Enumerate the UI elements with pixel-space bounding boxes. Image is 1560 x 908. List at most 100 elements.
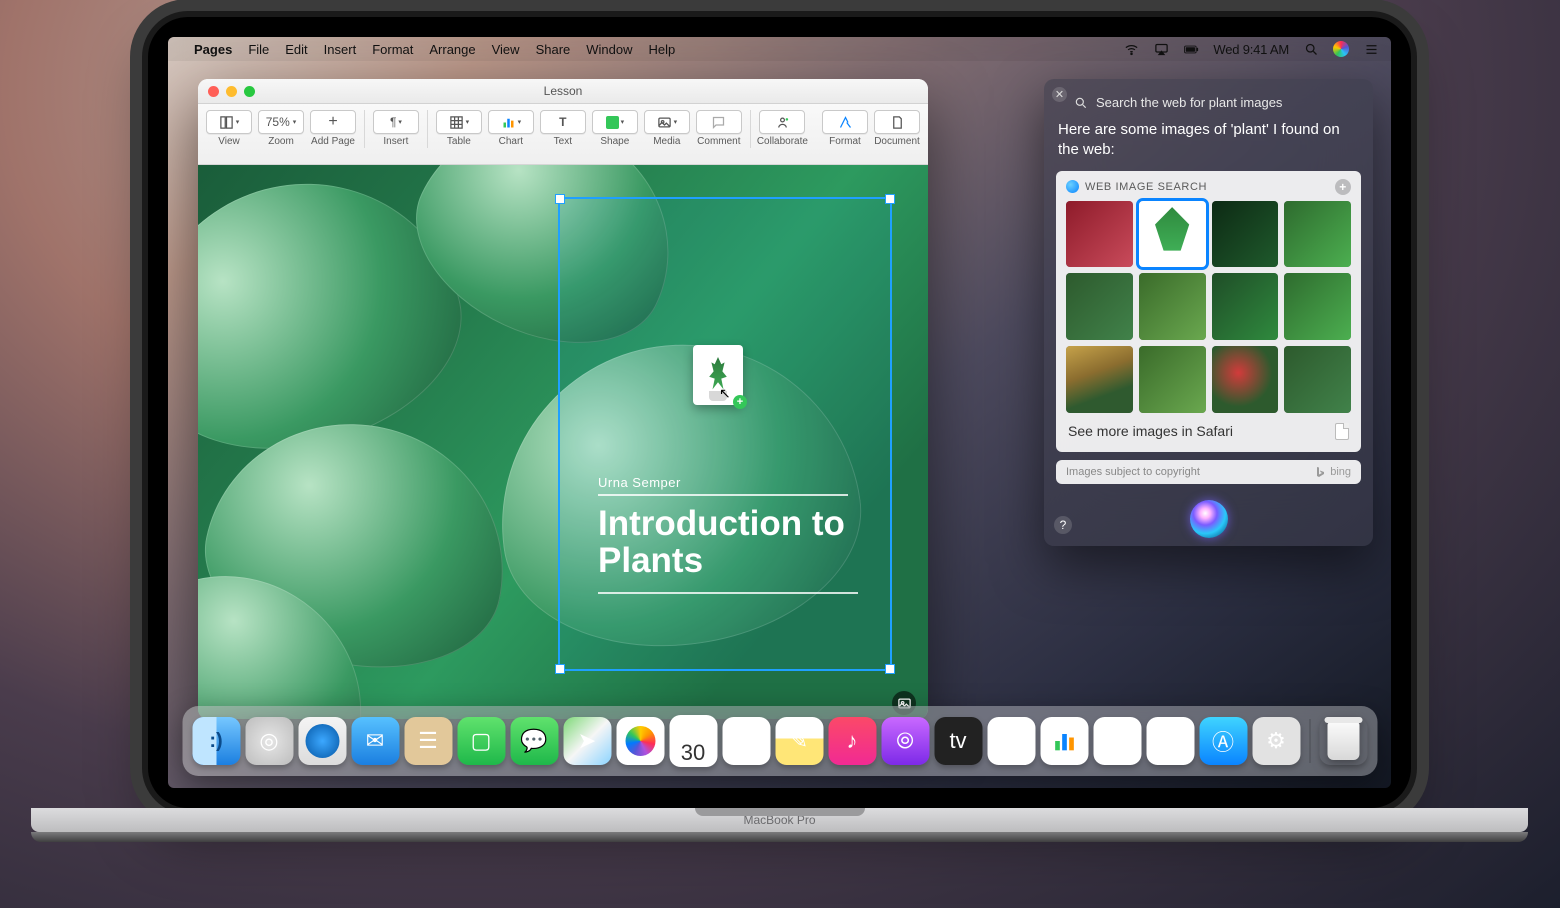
image-result[interactable] (1212, 201, 1279, 268)
menu-edit[interactable]: Edit (285, 42, 307, 57)
document-author[interactable]: Urna Semper (598, 475, 848, 496)
menu-help[interactable]: Help (649, 42, 676, 57)
dock-messages[interactable]: 💬 (510, 717, 558, 765)
spotlight-icon[interactable] (1303, 41, 1319, 57)
siri-menubar-icon[interactable] (1333, 41, 1349, 57)
menu-window[interactable]: Window (586, 42, 632, 57)
toolbar-separator (750, 110, 751, 148)
attribution-card: Images subject to copyright bing (1056, 460, 1361, 484)
image-selection[interactable] (558, 197, 892, 671)
menu-share[interactable]: Share (536, 42, 571, 57)
image-result[interactable] (1284, 273, 1351, 340)
copyright-text: Images subject to copyright (1066, 466, 1200, 478)
image-result[interactable] (1284, 346, 1351, 413)
image-result[interactable] (1139, 346, 1206, 413)
menu-format[interactable]: Format (372, 42, 413, 57)
dock-safari[interactable] (298, 717, 346, 765)
menubar-clock[interactable]: Wed 9:41 AM (1213, 42, 1289, 57)
siri-orb-icon[interactable] (1190, 500, 1228, 538)
toolbar-media[interactable]: ▾ Media (644, 110, 690, 147)
image-result-selected[interactable] (1139, 201, 1206, 268)
toolbar-shape[interactable]: ▾ Shape (592, 110, 638, 147)
menu-insert[interactable]: Insert (324, 42, 357, 57)
resize-handle[interactable] (555, 664, 565, 674)
drag-image-thumbnail[interactable]: ↖ + (693, 345, 743, 405)
menu-view[interactable]: View (492, 42, 520, 57)
desktop-photo-frame: Pages File Edit Insert Format Arrange Vi… (0, 0, 1560, 908)
dock-news[interactable]: N (987, 717, 1035, 765)
image-result[interactable] (1212, 273, 1279, 340)
image-result[interactable] (1066, 201, 1133, 268)
copy-plus-badge: + (733, 395, 747, 409)
card-title: WEB IMAGE SEARCH (1085, 181, 1207, 193)
image-result[interactable] (1284, 201, 1351, 268)
siri-help-button[interactable]: ? (1054, 516, 1072, 534)
dock-system-preferences[interactable]: ⚙︎ (1252, 717, 1300, 765)
window-titlebar[interactable]: Lesson (198, 79, 928, 104)
image-result[interactable] (1139, 273, 1206, 340)
dock-pages[interactable]: ✎ (1146, 717, 1194, 765)
toolbar-separator (427, 110, 428, 148)
toolbar-comment[interactable]: Comment (696, 110, 742, 147)
toolbar-table[interactable]: ▾ Table (436, 110, 482, 147)
dock-numbers[interactable] (1040, 717, 1088, 765)
battery-icon[interactable] (1183, 41, 1199, 57)
image-result[interactable] (1212, 346, 1279, 413)
pages-toolbar: ▾ View 75%▾ Zoom + Add Page (198, 104, 928, 165)
resize-handle[interactable] (555, 194, 565, 204)
toolbar-text[interactable]: T Text (540, 110, 586, 147)
dock-appstore[interactable]: Ⓐ (1199, 717, 1247, 765)
toolbar-separator (364, 110, 365, 148)
document-canvas[interactable]: ↖ + Urna Semper Introduction to Plants (198, 165, 928, 719)
macos-screen: Pages File Edit Insert Format Arrange Vi… (168, 37, 1391, 788)
toolbar-insert[interactable]: ¶▾ Insert (373, 110, 419, 147)
menu-arrange[interactable]: Arrange (429, 42, 475, 57)
laptop-frame: Pages File Edit Insert Format Arrange Vi… (148, 17, 1411, 808)
dock-reminders[interactable]: ☰ (722, 717, 770, 765)
toolbar-zoom[interactable]: 75%▾ Zoom (258, 110, 304, 147)
globe-icon (1066, 180, 1079, 193)
toolbar-view[interactable]: ▾ View (206, 110, 252, 147)
document-text-block[interactable]: Urna Semper Introduction to Plants (598, 475, 858, 594)
menu-file[interactable]: File (248, 42, 269, 57)
dock: ◎ ✉︎ ☰ ▢ 💬 ➤ OCT30 ☰ ✎ ♪ ⦾ tv N ▤ ✎ Ⓐ ⚙︎ (182, 706, 1377, 776)
dock-mail[interactable]: ✉︎ (351, 717, 399, 765)
dock-finder[interactable] (192, 717, 240, 765)
wifi-icon[interactable] (1123, 41, 1139, 57)
dock-calendar[interactable]: OCT30 (669, 715, 717, 767)
dock-launchpad[interactable]: ◎ (245, 717, 293, 765)
dock-keynote[interactable]: ▤ (1093, 717, 1141, 765)
dock-separator (1309, 719, 1310, 763)
airplay-icon[interactable] (1153, 41, 1169, 57)
siri-close-button[interactable]: ✕ (1052, 87, 1067, 102)
toolbar-format[interactable]: Format (822, 110, 868, 147)
siri-footer: ? (1044, 492, 1373, 546)
dock-contacts[interactable]: ☰ (404, 717, 452, 765)
dock-podcasts[interactable]: ⦾ (881, 717, 929, 765)
document-title[interactable]: Introduction to Plants (598, 506, 858, 594)
notification-center-icon[interactable] (1363, 41, 1379, 57)
search-icon (1074, 96, 1088, 110)
menubar-status: Wed 9:41 AM (1123, 41, 1379, 57)
image-result[interactable] (1066, 346, 1133, 413)
pin-results-button[interactable]: + (1335, 179, 1351, 195)
dock-music[interactable]: ♪ (828, 717, 876, 765)
window-title: Lesson (198, 84, 928, 98)
dock-photos[interactable] (616, 717, 664, 765)
resize-handle[interactable] (885, 664, 895, 674)
menubar: Pages File Edit Insert Format Arrange Vi… (168, 37, 1391, 61)
resize-handle[interactable] (885, 194, 895, 204)
siri-results-card: WEB IMAGE SEARCH + (1056, 171, 1361, 452)
see-more-in-safari[interactable]: See more images in Safari (1066, 413, 1351, 444)
dock-trash[interactable] (1319, 717, 1367, 765)
dock-tv[interactable]: tv (934, 717, 982, 765)
dock-maps[interactable]: ➤ (563, 717, 611, 765)
menubar-app-name[interactable]: Pages (194, 42, 232, 57)
dock-notes[interactable]: ✎ (775, 717, 823, 765)
image-result[interactable] (1066, 273, 1133, 340)
dock-facetime[interactable]: ▢ (457, 717, 505, 765)
toolbar-chart[interactable]: ▾ Chart (488, 110, 534, 147)
toolbar-add-page[interactable]: + Add Page (310, 110, 356, 147)
toolbar-document[interactable]: Document (874, 110, 920, 147)
toolbar-collaborate[interactable]: Collaborate (759, 110, 806, 147)
